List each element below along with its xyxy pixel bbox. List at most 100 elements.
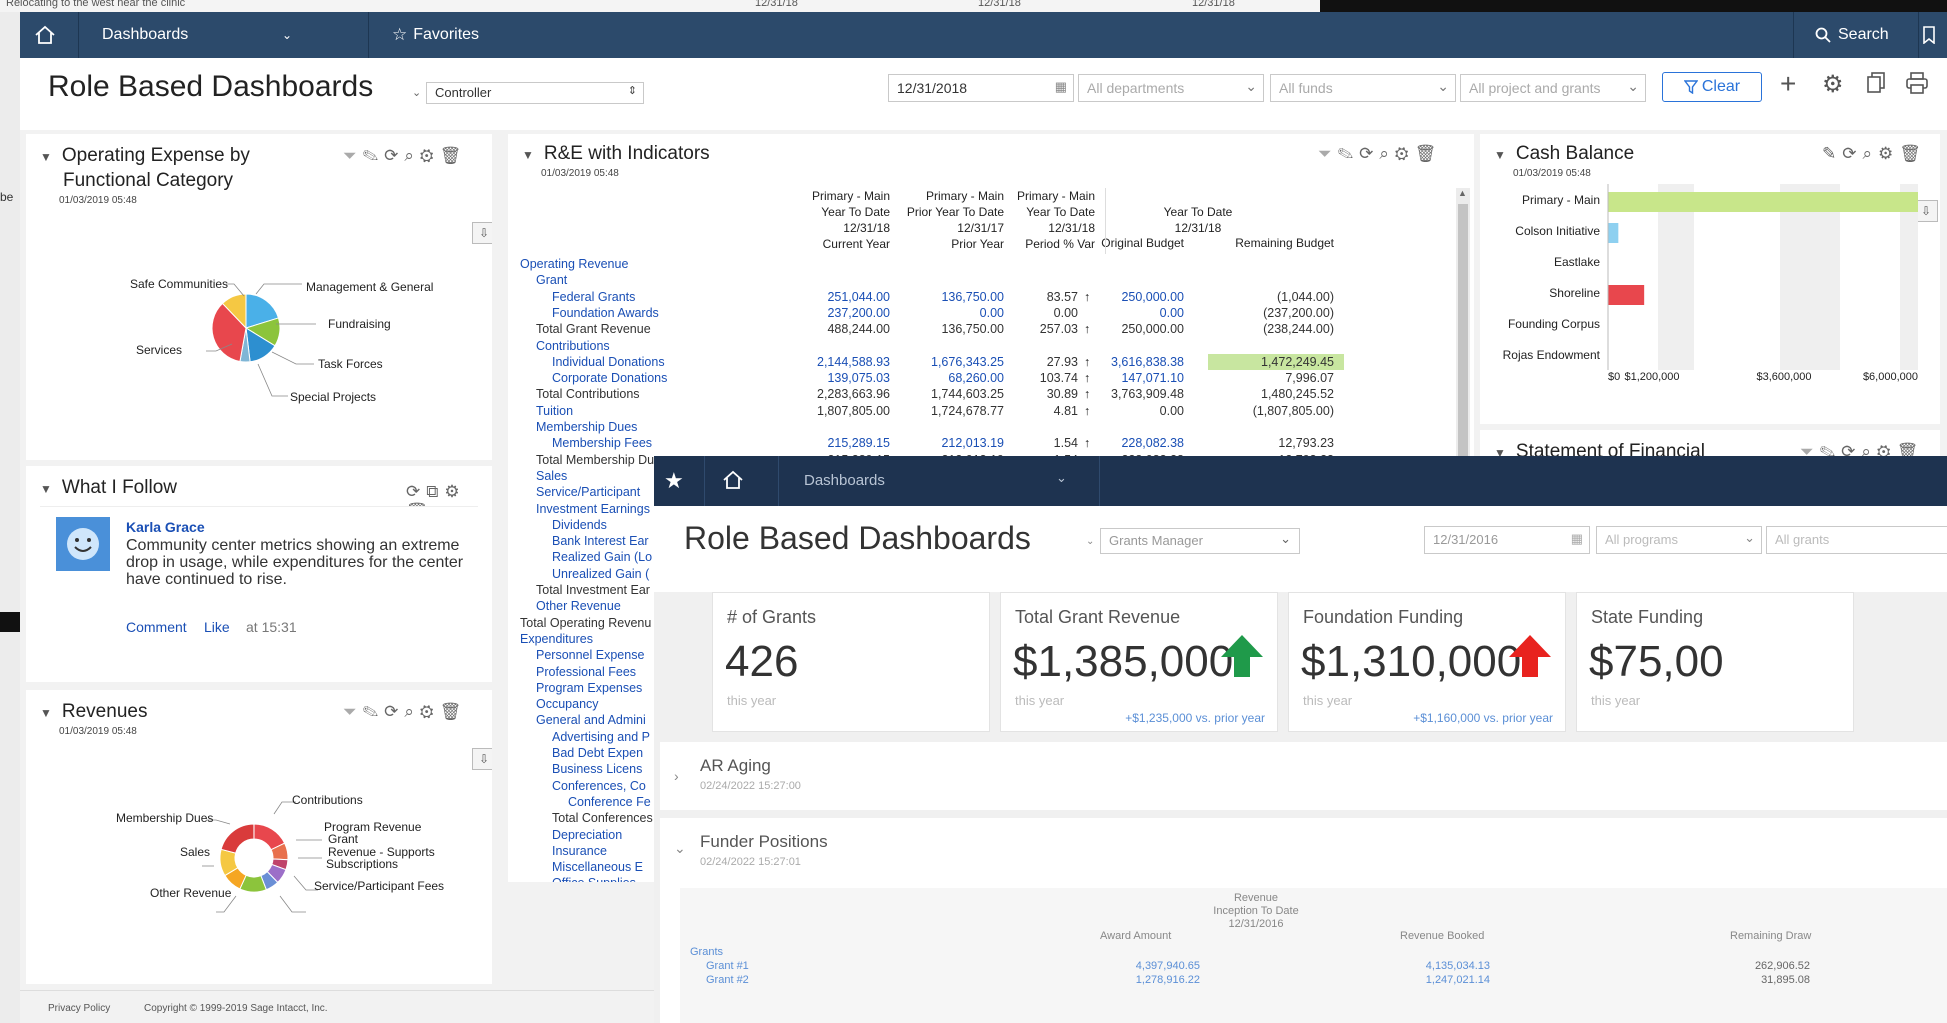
bookmark-icon[interactable] [1922,12,1936,58]
star-icon: ☆ [392,25,408,44]
gear-icon[interactable]: ⚙ [444,482,465,501]
filter-icon[interactable]: ⏷ [1318,144,1338,163]
overlay-date-field[interactable]: 12/31/2016 ▦ [1424,526,1590,554]
rne-row-label[interactable]: Insurance [552,843,607,859]
rne-row-label[interactable]: Occupancy [536,696,599,712]
kpi-value: $1,385,000 [1013,637,1234,686]
trash-icon[interactable]: 🗑 [1415,144,1443,163]
rne-row-label[interactable]: Conference Fe [568,794,651,810]
kpi-card[interactable]: Total Grant Revenue $1,385,000 this year +$… [1000,592,1278,732]
departments-select[interactable]: All departments ⌄ [1078,74,1264,102]
pencil-icon[interactable]: ✎ [1338,144,1360,163]
collapse-icon[interactable]: ▼ [522,148,534,162]
print-icon[interactable] [1906,72,1928,97]
cash-balance-panel: ▼ Cash Balance 01/03/2019 05:48 ✎⟳⌕⚙🗑 ⇩ P… [1480,134,1940,424]
rne-row-label[interactable]: Membership Dues [536,419,637,435]
rne-row-label[interactable]: Foundation Awards [552,305,659,321]
refresh-icon[interactable]: ⟳ [406,482,426,501]
opex-label-services: Services [136,343,183,357]
rne-row-label[interactable]: Federal Grants [552,289,635,305]
bar[interactable] [1608,223,1619,243]
overlay-dashboards-label[interactable]: Dashboards [804,472,885,489]
rne-row-label[interactable]: Service/Participant [536,484,640,500]
overlay-grants-select[interactable]: All grants [1766,526,1947,554]
refresh-icon[interactable]: ⟳ [1359,144,1379,163]
funder-cell: 1,247,021.14 [1425,974,1490,986]
follow-card: Karla Grace Community center metrics sho… [40,506,478,674]
rne-row-label[interactable]: Realized Gain (Lo [552,549,652,565]
gear-icon[interactable]: ⚙ [1395,144,1415,163]
bar[interactable] [1608,192,1918,212]
rne-row-label[interactable]: Conferences, Co [552,778,646,794]
rne-row-label[interactable]: Investment Earnings [536,501,650,517]
rne-row-label[interactable]: Professional Fees [536,664,636,680]
plus-icon[interactable]: + [1780,68,1796,100]
rne-row-label[interactable]: General and Admini [536,712,646,728]
rne-row-label[interactable]: Depreciation [552,827,622,843]
rne-row-label[interactable]: Grant [536,272,567,288]
external-link-icon[interactable]: ⧉ [426,482,444,501]
role-select[interactable]: Controller ⇕ [426,82,644,104]
collapse-icon[interactable]: ▼ [40,482,52,496]
bar[interactable] [1608,285,1645,305]
rne-row-label[interactable]: Personnel Expense [536,647,644,663]
overlay-role-select[interactable]: Grants Manager ⌄ [1100,528,1300,554]
rne-row-label[interactable]: Operating Revenue [520,256,628,272]
rne-row-label[interactable]: Individual Donations [552,354,665,370]
rne-row-label[interactable]: Program Expenses [536,680,642,696]
x-tick-label: $6,000,000 [1863,371,1918,383]
overlay-programs-select[interactable]: All programs ⌄ [1596,526,1762,554]
search-icon[interactable]: ⌕ [1379,144,1395,163]
rne-row-label[interactable]: Miscellaneous E [552,859,643,875]
follow-user[interactable]: Karla Grace [126,519,205,535]
rne-row-label: Total Investment Ear [536,583,650,597]
kpi-card[interactable]: State Funding $75,00 this year [1576,592,1854,732]
funder-row-label[interactable]: Grant #2 [706,974,749,986]
rne-row-label[interactable]: Dividends [552,517,607,533]
kpi-card[interactable]: # of Grants 426 this year [712,592,990,732]
funds-select[interactable]: All funds ⌄ [1270,74,1456,102]
search-button[interactable]: Search [1815,12,1889,58]
rne-row-label[interactable]: Unrealized Gain ( [552,566,649,582]
rne-row-label[interactable]: Advertising and P [552,729,650,745]
kpi-card[interactable]: Foundation Funding $1,310,000 this year +$1… [1288,592,1566,732]
funder-row-label[interactable]: Grants [690,946,723,958]
rne-row-label[interactable]: Bank Interest Ear [552,533,649,549]
donut-slice[interactable] [220,823,255,854]
like-link[interactable]: Like [204,619,230,635]
date-field-value: 12/31/2018 [897,80,968,96]
rne-row-label[interactable]: Bad Debt Expen [552,745,643,761]
rne-row-label[interactable]: Expenditures [520,631,593,647]
privacy-link[interactable]: Privacy Policy [48,1003,110,1014]
rne-row-label[interactable]: Membership Fees [552,435,652,451]
home-icon[interactable] [34,12,56,58]
rne-row-label[interactable]: Corporate Donations [552,370,667,386]
date-field[interactable]: 12/31/2018 ▦ [888,74,1074,102]
rne-row-label[interactable]: Office Supplies [552,875,636,882]
departments-placeholder: All departments [1087,80,1185,96]
background-window-strip: Relocating to the west near the clinic 1… [0,0,1947,12]
rne-row-label[interactable]: Business Licens [552,761,642,777]
home-icon[interactable] [722,470,744,493]
funder-row-label[interactable]: Grant #1 [706,960,749,972]
chevron-right-icon[interactable]: › [674,768,679,784]
comment-link[interactable]: Comment [126,619,187,635]
title-chevron-icon: ⌄ [412,87,422,99]
gear-icon[interactable]: ⚙ [1822,70,1844,99]
rne-row-label[interactable]: Contributions [536,338,610,354]
chevron-down-icon: ⌄ [1627,78,1639,94]
copy-icon[interactable] [1866,72,1886,97]
overlay-dashboard-window: ★ Dashboards ⌄ Role Based Dashboards ⌄ G… [654,456,1947,1023]
clear-button[interactable]: Clear [1662,72,1762,102]
background-left-text: be [0,190,14,204]
favorites-menu[interactable]: ☆ Favorites [392,12,479,58]
chevron-down-icon[interactable]: ⌄ [674,840,686,857]
rne-row-label[interactable]: Sales [536,468,567,484]
rne-row-label: Total Grant Revenue [536,322,651,337]
dashboards-menu[interactable]: Dashboards ⌄ [102,12,292,58]
rne-row-label[interactable]: Other Revenue [536,598,621,614]
rev-label-grant: Grant [328,832,359,846]
projects-select[interactable]: All project and grants ⌄ [1460,74,1646,102]
rne-row-label[interactable]: Tuition [536,403,573,419]
star-icon[interactable]: ★ [664,468,684,494]
